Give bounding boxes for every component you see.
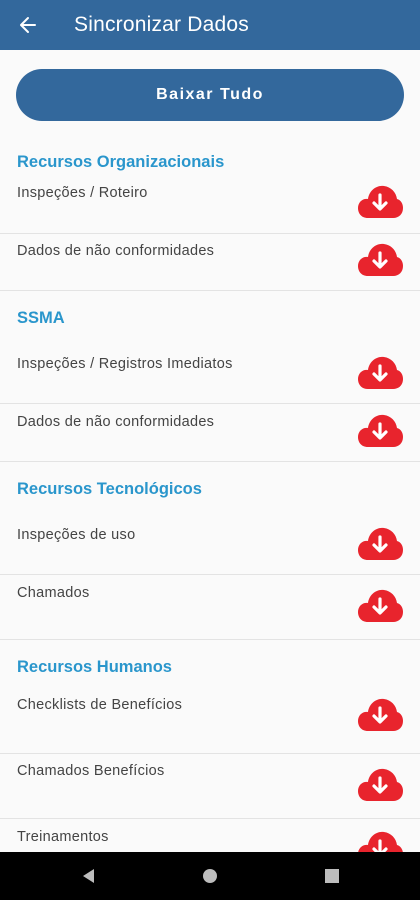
list-item-label: Checklists de Benefícios: [17, 697, 183, 713]
system-nav-bar: [0, 852, 420, 900]
cloud-download-icon[interactable]: [357, 696, 403, 732]
list-item-label: Treinamentos: [17, 829, 109, 845]
nav-home-icon[interactable]: [200, 866, 220, 886]
nav-recents-icon[interactable]: [322, 866, 342, 886]
section-title-ssma: SSMA: [17, 309, 65, 327]
divider: [0, 403, 420, 404]
section-title-recursos-humanos: Recursos Humanos: [17, 658, 172, 676]
list-item-label: Dados de não conformidades: [17, 414, 215, 430]
page-title: Sincronizar Dados: [74, 13, 249, 36]
cloud-download-icon[interactable]: [357, 183, 403, 219]
list-item-label: Inspeções de uso: [17, 527, 136, 543]
list-item-label: Chamados: [17, 585, 90, 601]
list-item-label: Inspeções / Registros Imediatos: [17, 356, 233, 372]
sync-list[interactable]: Baixar Tudo Recursos Organizacionais Ins…: [0, 50, 420, 852]
cloud-download-icon[interactable]: [357, 766, 403, 802]
app-bar: Sincronizar Dados: [0, 0, 420, 50]
cloud-download-icon[interactable]: [357, 829, 403, 852]
back-button[interactable]: [0, 0, 56, 50]
cloud-download-icon[interactable]: [357, 412, 403, 448]
list-item-label: Dados de não conformidades: [17, 243, 215, 259]
section-title-recursos-organizacionais: Recursos Organizacionais: [17, 153, 225, 171]
divider: [0, 818, 420, 819]
section-title-recursos-tecnologicos: Recursos Tecnológicos: [17, 480, 202, 498]
divider: [0, 461, 420, 462]
cloud-download-icon[interactable]: [357, 525, 403, 561]
divider: [0, 290, 420, 291]
cloud-download-icon[interactable]: [357, 354, 403, 390]
divider: [0, 574, 420, 575]
arrow-left-icon: [20, 17, 36, 33]
download-all-button[interactable]: Baixar Tudo: [16, 69, 404, 121]
cloud-download-icon[interactable]: [357, 241, 403, 277]
divider: [0, 639, 420, 640]
divider: [0, 753, 420, 754]
nav-back-icon[interactable]: [79, 866, 99, 886]
list-item-label: Inspeções / Roteiro: [17, 185, 148, 201]
divider: [0, 233, 420, 234]
cloud-download-icon[interactable]: [357, 587, 403, 623]
list-item-label: Chamados Benefícios: [17, 763, 165, 779]
